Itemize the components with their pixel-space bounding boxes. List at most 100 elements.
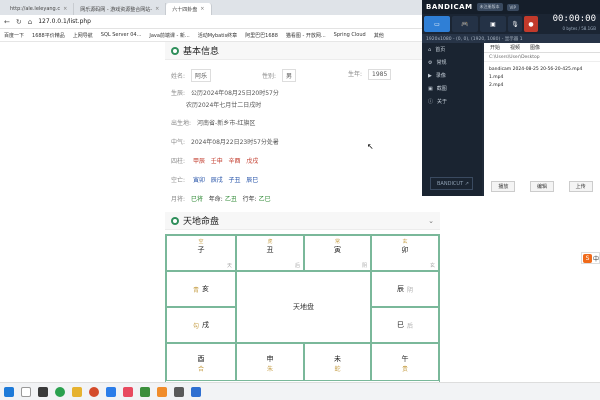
birth-row: 生辰: 公历2024年08月25日20时57分 <box>171 90 279 97</box>
gender-row: 性别: 男 <box>262 69 297 82</box>
bookmark-item[interactable]: 1688平价精品 <box>32 32 65 39</box>
record-size: 0 bytes / 58.1GB <box>562 26 596 31</box>
browser-tab-1[interactable]: http://ale.leleyang.c × <box>4 3 75 15</box>
chrome-icon[interactable] <box>89 386 99 397</box>
chart-cell: 空 子 天 <box>166 235 236 271</box>
mic-icon[interactable]: 🎙 <box>508 16 522 32</box>
pillars-row: 四柱: 甲辰 壬申 辛酉 戊戌 <box>171 158 259 165</box>
app-icon[interactable] <box>174 386 184 397</box>
explorer-icon[interactable] <box>72 386 82 397</box>
basic-info-header: 基本信息 <box>165 42 440 60</box>
game-mode-button[interactable]: 🎮 <box>452 16 478 32</box>
bookmark-item[interactable]: SQL Server 04... <box>101 32 142 38</box>
reload-icon[interactable]: ↻ <box>16 18 22 26</box>
bookmark-item[interactable]: 活动Mybatis终章 <box>198 32 237 39</box>
kongwang-row: 空亡: 寅卯 辰戌 子丑 辰巳 <box>171 177 259 184</box>
sogou-icon: S <box>583 253 592 263</box>
chart-cell: 青 亥 <box>166 271 236 307</box>
chart-center: 天地盘 <box>236 271 371 343</box>
chart-panel: 天地命盘 ⌄ <box>165 212 440 230</box>
sidebar-item-image[interactable]: ▣ 截图 <box>422 82 482 95</box>
place-row: 出生地: 河南省-新乡市-红旗区 <box>171 120 256 127</box>
home-icon: ⌂ <box>428 46 432 53</box>
chevron-down-icon[interactable]: ⌄ <box>428 217 434 225</box>
search-icon[interactable] <box>21 386 31 397</box>
bandicam-sidebar: ⌂ 首页 ⚙ 常规 ▶ 录像 ▣ 截图 ⓘ 关于 BANDICUT ↗ <box>422 43 482 196</box>
monthly-row: 月将: 巳将 年命: 乙丑 行年: 乙巳 <box>171 196 271 203</box>
bookmark-item[interactable]: 猫看图 - 开放网... <box>286 32 326 39</box>
rec-button[interactable]: ● <box>524 16 538 32</box>
bookmark-item[interactable]: 其他 <box>374 32 384 39</box>
section-icon <box>171 46 179 55</box>
home-icon[interactable]: ⌂ <box>28 18 32 26</box>
close-tab-icon[interactable]: × <box>200 6 204 12</box>
ime-widget[interactable]: S 中 <box>581 252 600 264</box>
bookmark-item[interactable]: 阿里巴巴1688 <box>245 32 278 39</box>
list-item[interactable]: bandicam 2024-08-25 20-56-20-425.mp4 <box>489 66 595 74</box>
bookmark-item[interactable]: Spring Cloud <box>334 32 366 38</box>
sidebar-item-video[interactable]: ▶ 录像 <box>422 69 482 82</box>
bandicam-titlebar: BANDICAM 未注册版本 VIP <box>422 0 600 14</box>
section-icon <box>171 216 179 225</box>
chart-cell: 巳 后 <box>371 307 439 343</box>
taskview-icon[interactable] <box>38 386 48 397</box>
tab-start[interactable]: 开始 <box>490 44 500 51</box>
start-icon[interactable] <box>4 386 14 397</box>
sidebar-item-about[interactable]: ⓘ 关于 <box>422 95 482 108</box>
bookmark-item[interactable]: 百度一下 <box>4 32 24 39</box>
info-icon: ⓘ <box>428 99 434 105</box>
app-icon[interactable] <box>157 386 167 397</box>
chart-cell: 勾 戌 <box>166 307 236 343</box>
chart-cell: 常 寅 阴 <box>304 235 371 271</box>
bandicut-button[interactable]: BANDICUT ↗ <box>430 177 473 190</box>
chart-cell: 辰 阴 <box>371 271 439 307</box>
play-button[interactable]: 播放 <box>491 181 516 192</box>
file-list: bandicam 2024-08-25 20-56-20-425.mp4 1.m… <box>484 62 600 94</box>
year-row: 生年: 1985 <box>348 69 392 80</box>
chart-cell: 午 贵 <box>371 343 439 381</box>
bandicam-window: BANDICAM 未注册版本 VIP ▭ 🎮 ▣ 🎙 ● 00:00:00 0 … <box>422 0 600 196</box>
name-row: 姓名: 阿乐 <box>171 69 212 82</box>
device-mode-button[interactable]: ▣ <box>480 16 506 32</box>
resolution-info: 1920x1080 - (0, 0), (1920, 1080) - 显示器 1 <box>422 34 600 43</box>
browser-tab-2[interactable]: 网乐源码网 - 游戏资源整合网站- × <box>74 3 167 15</box>
close-tab-icon[interactable]: × <box>63 6 67 12</box>
tiandi-chart: 空 子 天 虎 丑 后 常 寅 阴 玄 卯 玄 青 亥 辰 阴 勾 戌 巳 后 … <box>165 234 440 400</box>
close-tab-icon[interactable]: × <box>155 6 159 12</box>
tab-video[interactable]: 视频 <box>510 44 520 51</box>
edit-button[interactable]: 编辑 <box>529 181 554 192</box>
mouse-cursor-icon: ↖ <box>367 142 374 151</box>
taskbar <box>0 382 600 400</box>
bookmark-item[interactable]: 上网导航 <box>73 32 93 39</box>
browser-icon[interactable] <box>55 386 65 397</box>
back-icon[interactable]: ← <box>4 18 10 26</box>
bandicam-content: 开始 视频 图像 C:\Users\User\Desktop bandicam … <box>484 43 600 196</box>
chart-cell: 申 朱 <box>236 343 304 381</box>
chart-cell: 玄 卯 玄 <box>371 235 439 271</box>
content-tabs: 开始 视频 图像 <box>484 43 600 53</box>
app-icon[interactable] <box>106 386 116 397</box>
browser-tab-active[interactable]: 六十四卦盘 × <box>166 3 212 15</box>
birth-lunar: 农历2024年七月廿二日戌时 <box>186 102 262 109</box>
folder-path[interactable]: C:\Users\User\Desktop <box>484 53 600 62</box>
gear-icon: ⚙ <box>428 59 433 66</box>
tab-image[interactable]: 图像 <box>530 44 540 51</box>
sidebar-item-home[interactable]: ⌂ 首页 <box>422 43 482 56</box>
app-icon[interactable] <box>140 386 150 397</box>
app-icon[interactable] <box>191 386 201 397</box>
chart-cell: 虎 丑 后 <box>236 235 304 271</box>
chart-cell: 未 蛇 <box>304 343 371 381</box>
chart-header[interactable]: 天地命盘 ⌄ <box>165 212 440 230</box>
upload-button[interactable]: 上传 <box>568 181 593 192</box>
bookmark-item[interactable]: Java前端课 - 新... <box>149 32 189 39</box>
zhongqi-row: 中气: 2024年08月22日23时57分处暑 <box>171 139 279 146</box>
screen-mode-button[interactable]: ▭ <box>424 16 450 32</box>
sidebar-item-general[interactable]: ⚙ 常规 <box>422 56 482 69</box>
url-field[interactable]: 127.0.0.1/list.php <box>38 18 91 25</box>
chart-cell: 酉 合 <box>166 343 236 381</box>
record-timer: 00:00:00 <box>552 14 596 24</box>
video-icon: ▶ <box>428 72 432 79</box>
list-item[interactable]: 2.mp4 <box>489 82 595 90</box>
list-item[interactable]: 1.mp4 <box>489 74 595 82</box>
app-icon[interactable] <box>123 386 133 397</box>
